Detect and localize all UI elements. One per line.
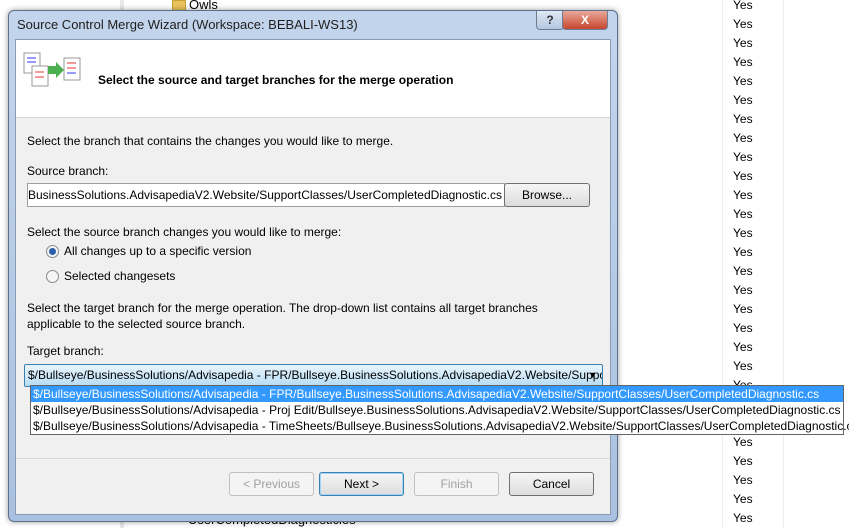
yes-cell: Yes <box>733 473 753 487</box>
footer-divider <box>16 458 610 459</box>
yes-cell: Yes <box>733 511 753 525</box>
yes-cell: Yes <box>733 0 753 12</box>
dropdown-option[interactable]: $/Bullseye/BusinessSolutions/Advisapedia… <box>31 402 843 418</box>
merge-icon <box>23 52 81 87</box>
yes-cell: Yes <box>733 36 753 50</box>
yes-cell: Yes <box>733 17 753 31</box>
column-divider <box>722 0 723 528</box>
radio-selected-changesets-label[interactable]: Selected changesets <box>64 269 175 283</box>
target-description: Select the target branch for the merge o… <box>27 301 538 331</box>
previous-button[interactable]: < Previous <box>229 472 314 496</box>
merge-wizard-dialog: Source Control Merge Wizard (Workspace: … <box>8 10 618 522</box>
cancel-button[interactable]: Cancel <box>509 472 594 496</box>
yes-cell: Yes <box>733 340 753 354</box>
radio-all-changes[interactable] <box>46 245 59 258</box>
yes-cell: Yes <box>733 492 753 506</box>
header-text: Select the source and target branches fo… <box>98 73 454 87</box>
changes-label: Select the source branch changes you wou… <box>27 225 342 239</box>
yes-cell: Yes <box>733 169 753 183</box>
yes-cell: Yes <box>733 283 753 297</box>
source-branch-value: $/Bullseye/BusinessSolutions/Advisapedia… <box>27 188 502 202</box>
column-divider <box>783 0 784 528</box>
target-branch-dropdown: $/Bullseye/BusinessSolutions/Advisapedia… <box>30 385 849 435</box>
source-branch-input[interactable]: $/Bullseye/BusinessSolutions/Advisapedia… <box>27 183 505 207</box>
dialog-client: Select the source and target branches fo… <box>15 39 611 515</box>
yes-cell: Yes <box>733 226 753 240</box>
yes-cell: Yes <box>733 302 753 316</box>
yes-cell: Yes <box>733 55 753 69</box>
yes-cell: Yes <box>733 207 753 221</box>
yes-cell: Yes <box>733 74 753 88</box>
wizard-header: Select the source and target branches fo… <box>16 40 610 118</box>
target-branch-value: $/Bullseye/BusinessSolutions/Advisapedia… <box>28 368 603 382</box>
intro-text: Select the branch that contains the chan… <box>27 134 394 148</box>
help-button[interactable]: ? <box>536 11 564 30</box>
dialog-title: Source Control Merge Wizard (Workspace: … <box>17 17 358 32</box>
next-button[interactable]: Next > <box>319 472 404 496</box>
yes-cell: Yes <box>733 359 753 373</box>
yes-cell: Yes <box>733 454 753 468</box>
close-button[interactable]: X <box>562 11 608 30</box>
browse-button[interactable]: Browse... <box>504 183 590 207</box>
yes-cell: Yes <box>733 150 753 164</box>
dropdown-option[interactable]: $/Bullseye/BusinessSolutions/Advisapedia… <box>31 418 849 434</box>
chevron-down-icon: ▼ <box>588 370 597 380</box>
yes-cell: Yes <box>733 93 753 107</box>
yes-cell: Yes <box>733 321 753 335</box>
yes-cell: Yes <box>733 112 753 126</box>
yes-cell: Yes <box>733 131 753 145</box>
yes-cell: Yes <box>733 264 753 278</box>
source-branch-label: Source branch: <box>27 164 109 178</box>
yes-cell: Yes <box>733 435 753 449</box>
yes-cell: Yes <box>733 245 753 259</box>
finish-button[interactable]: Finish <box>414 472 499 496</box>
dropdown-option[interactable]: $/Bullseye/BusinessSolutions/Advisapedia… <box>31 386 843 402</box>
radio-selected-changesets[interactable] <box>46 270 59 283</box>
radio-all-changes-label[interactable]: All changes up to a specific version <box>64 244 251 258</box>
target-branch-label: Target branch: <box>27 344 104 358</box>
target-branch-combo[interactable]: $/Bullseye/BusinessSolutions/Advisapedia… <box>24 364 603 387</box>
yes-cell: Yes <box>733 188 753 202</box>
